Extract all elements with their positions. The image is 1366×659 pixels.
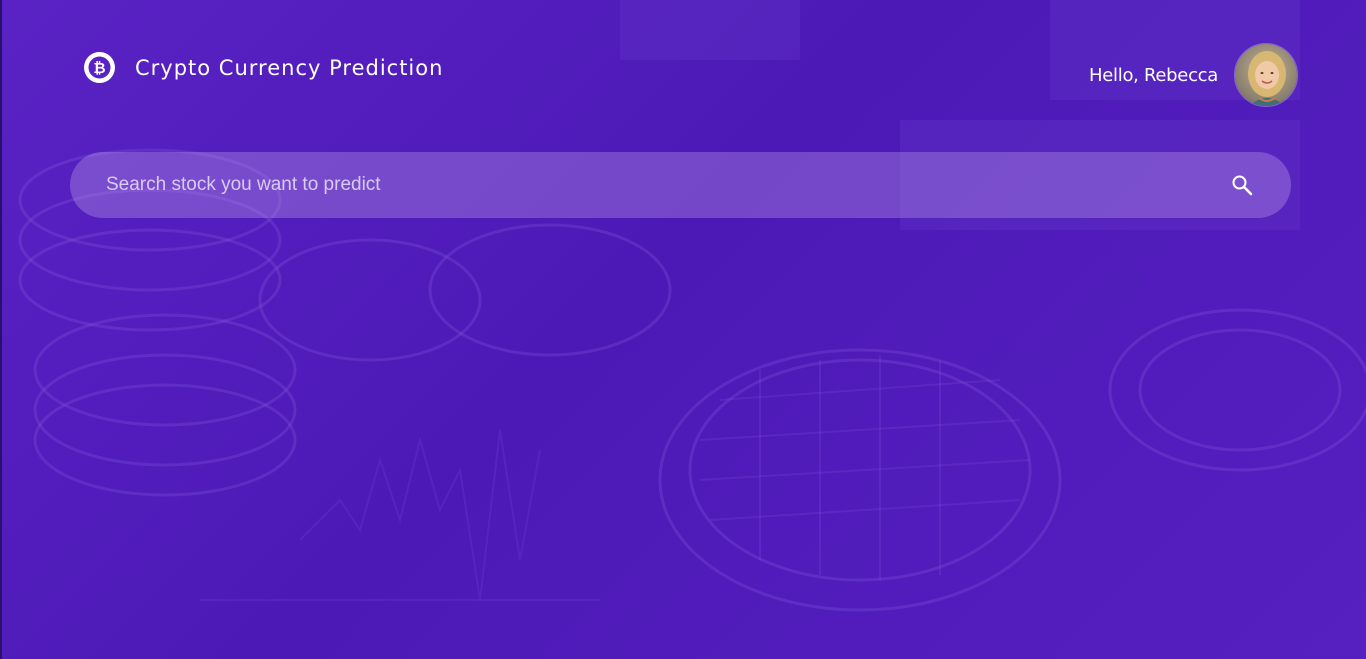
user-avatar[interactable]	[1234, 43, 1298, 107]
svg-text:₿: ₿	[93, 59, 105, 77]
app-title: Crypto Currency Prediction	[135, 55, 444, 80]
user-menu[interactable]: Hello, Rebecca	[1089, 43, 1298, 107]
brand[interactable]: ₿ Crypto Currency Prediction	[84, 52, 443, 83]
window-edge	[0, 0, 2, 659]
search-input[interactable]	[106, 174, 1229, 196]
search-bar	[70, 152, 1291, 218]
user-greeting: Hello, Rebecca	[1089, 64, 1218, 86]
bitcoin-icon: ₿	[84, 52, 115, 83]
search-icon[interactable]	[1229, 172, 1255, 198]
